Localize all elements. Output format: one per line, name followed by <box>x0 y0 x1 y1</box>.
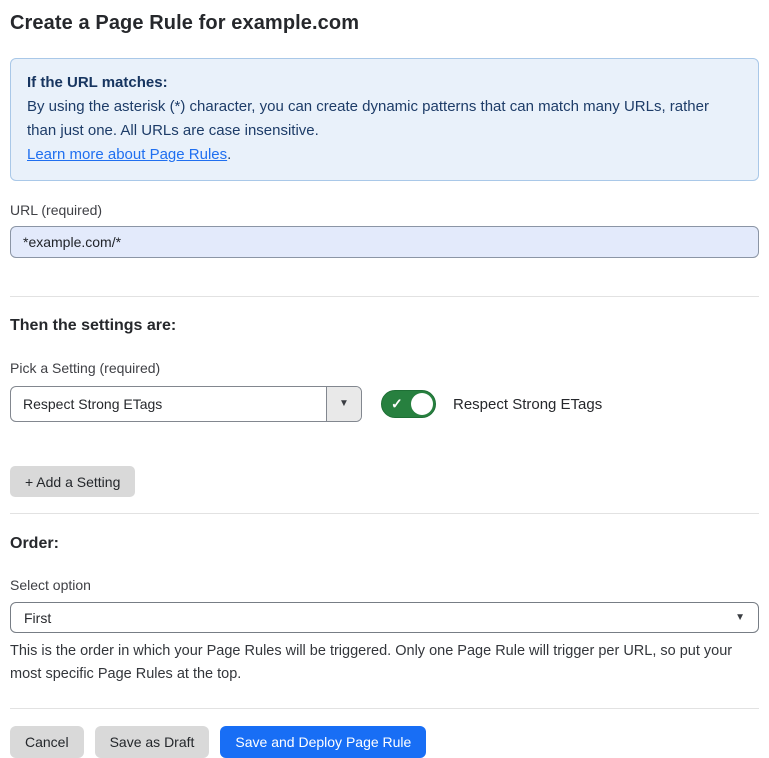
info-box-heading: If the URL matches: <box>27 71 742 95</box>
divider <box>10 296 759 297</box>
divider <box>10 708 759 709</box>
learn-more-link[interactable]: Learn more about Page Rules <box>27 146 227 163</box>
order-section-heading: Order: <box>10 535 759 553</box>
setting-select-value: Respect Strong ETags <box>11 387 326 421</box>
settings-section-heading: Then the settings are: <box>10 317 759 335</box>
order-select-value: First <box>24 610 51 626</box>
url-match-info-box: If the URL matches: By using the asteris… <box>10 58 759 181</box>
cancel-button[interactable]: Cancel <box>10 726 84 758</box>
setting-select-arrow-button[interactable]: ▼ <box>326 387 361 421</box>
order-select[interactable]: First ▼ <box>10 602 759 633</box>
info-box-body: By using the asterisk (*) character, you… <box>27 95 742 143</box>
pick-setting-label: Pick a Setting (required) <box>10 360 759 376</box>
form-actions: Cancel Save as Draft Save and Deploy Pag… <box>10 726 759 758</box>
save-and-deploy-button[interactable]: Save and Deploy Page Rule <box>220 726 426 758</box>
create-page-rule-form: Create a Page Rule for example.com If th… <box>0 0 769 718</box>
check-icon: ✓ <box>391 397 403 411</box>
toggle-knob <box>411 393 433 415</box>
etags-toggle[interactable]: ✓ <box>381 390 436 418</box>
setting-select[interactable]: Respect Strong ETags ▼ <box>10 386 362 422</box>
url-field-label: URL (required) <box>10 202 759 218</box>
divider <box>10 513 759 514</box>
page-title: Create a Page Rule for example.com <box>10 12 759 35</box>
order-help-text: This is the order in which your Page Rul… <box>10 640 755 686</box>
chevron-down-icon: ▼ <box>735 613 745 623</box>
url-input[interactable]: *example.com/* <box>10 226 759 258</box>
toggle-label: Respect Strong ETags <box>453 396 602 413</box>
add-setting-button[interactable]: + Add a Setting <box>10 466 135 497</box>
order-select-label: Select option <box>10 577 759 593</box>
chevron-down-icon: ▼ <box>339 399 349 409</box>
save-as-draft-button[interactable]: Save as Draft <box>95 726 210 758</box>
setting-row: Respect Strong ETags ▼ ✓ Respect Strong … <box>10 386 759 422</box>
info-link-row: Learn more about Page Rules. <box>27 143 742 167</box>
link-suffix: . <box>227 146 231 163</box>
